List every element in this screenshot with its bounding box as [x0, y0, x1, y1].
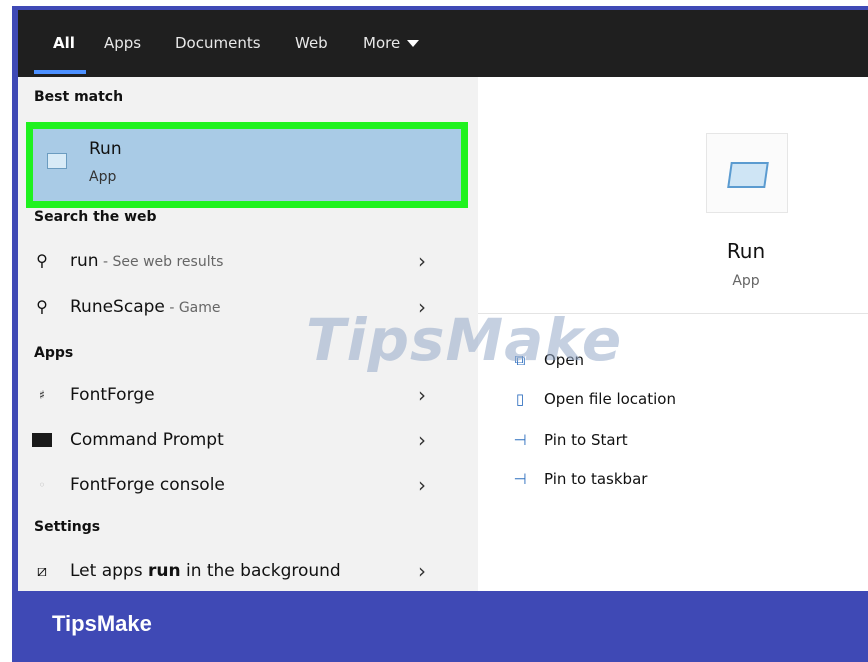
results-list: Best match Run App Search the web ⚲ run … [18, 77, 478, 591]
start-search-panel: All Apps Documents Web More Best match R… [18, 10, 868, 591]
settings-app-icon: ⧄ [36, 561, 48, 580]
detail-pane: Run App ⧉ Open ▯ Open file location ⊣ Pi… [478, 77, 868, 591]
action-pin-to-start[interactable]: ⊣ Pin to Start [510, 429, 850, 457]
tab-web[interactable]: Web [295, 34, 328, 52]
tab-all[interactable]: All [53, 34, 75, 52]
search-tabs-bar: All Apps Documents Web More [18, 10, 868, 77]
web-result-sub: - See web results [98, 254, 224, 270]
action-pin-to-taskbar[interactable]: ⊣ Pin to taskbar [510, 468, 850, 496]
fontforge-icon: ♯ [39, 388, 45, 402]
settings-label-bold: run [147, 561, 181, 581]
chevron-right-icon[interactable]: › [418, 559, 426, 583]
footer-brand-logo: TipsMake [52, 611, 152, 636]
detail-app-name: Run [726, 239, 766, 263]
command-prompt-icon [32, 430, 52, 450]
best-match-subtitle: App [89, 169, 117, 185]
detail-divider [478, 313, 868, 314]
active-tab-indicator [34, 70, 86, 74]
action-pin-to-start-label: Pin to Start [544, 431, 628, 449]
section-apps: Apps [34, 345, 74, 361]
fontforge-console-icon: ◦ [38, 478, 46, 492]
chevron-down-icon [407, 40, 420, 47]
pin-icon: ⊣ [513, 470, 527, 488]
action-open-file-location-label: Open file location [544, 390, 676, 408]
folder-icon: ▯ [515, 390, 525, 408]
run-app-icon [47, 153, 67, 169]
web-result-run[interactable]: ⚲ run - See web results › [18, 243, 478, 279]
settings-item-background-apps[interactable]: ⧄ Let apps run in the background › [18, 553, 478, 589]
web-result-sub: - Game [164, 300, 221, 316]
run-icon [727, 162, 769, 188]
footer-banner: TipsMake [12, 591, 868, 662]
chevron-right-icon[interactable]: › [418, 383, 426, 407]
chevron-right-icon[interactable]: › [418, 249, 426, 273]
best-match-title: Run [89, 139, 122, 159]
settings-label-before: Let apps [70, 561, 148, 581]
action-open-file-location[interactable]: ▯ Open file location [510, 388, 850, 416]
settings-item-label: Let apps run in the background [70, 561, 341, 581]
screenshot-frame: All Apps Documents Web More Best match R… [0, 0, 868, 662]
app-item-command-prompt[interactable]: Command Prompt › [18, 422, 478, 458]
tab-documents[interactable]: Documents [175, 34, 261, 52]
tab-more[interactable]: More [363, 34, 420, 52]
app-item-fontforge-console[interactable]: ◦ FontForge console › [18, 467, 478, 503]
tab-apps[interactable]: Apps [104, 34, 141, 52]
pin-icon: ⊣ [513, 431, 527, 449]
chevron-right-icon[interactable]: › [418, 428, 426, 452]
detail-app-type: App [732, 273, 760, 289]
web-result-label: RuneScape - Game [70, 297, 221, 317]
section-settings: Settings [34, 519, 101, 535]
settings-label-after: in the background [180, 561, 341, 581]
web-result-runescape[interactable]: ⚲ RuneScape - Game › [18, 289, 478, 325]
section-best-match: Best match [34, 89, 124, 105]
search-icon: ⚲ [36, 251, 48, 270]
chevron-right-icon[interactable]: › [418, 295, 426, 319]
run-app-tile [706, 133, 788, 213]
web-result-main: run [70, 251, 99, 271]
web-result-main: RuneScape [70, 297, 165, 317]
action-open[interactable]: ⧉ Open [510, 349, 850, 377]
best-match-run[interactable]: Run App [26, 122, 468, 208]
action-open-label: Open [544, 351, 585, 369]
action-pin-to-taskbar-label: Pin to taskbar [544, 470, 648, 488]
app-item-fontforge[interactable]: ♯ FontForge › [18, 377, 478, 413]
detail-header: Run App [478, 93, 868, 313]
web-result-label: run - See web results [70, 251, 223, 271]
app-item-label: Command Prompt [70, 430, 224, 450]
chevron-right-icon[interactable]: › [418, 473, 426, 497]
tab-more-label: More [363, 34, 401, 52]
open-icon: ⧉ [514, 351, 526, 369]
app-item-label: FontForge console [70, 475, 225, 495]
app-item-label: FontForge [70, 385, 155, 405]
section-search-web: Search the web [34, 209, 157, 225]
search-icon: ⚲ [36, 297, 48, 316]
